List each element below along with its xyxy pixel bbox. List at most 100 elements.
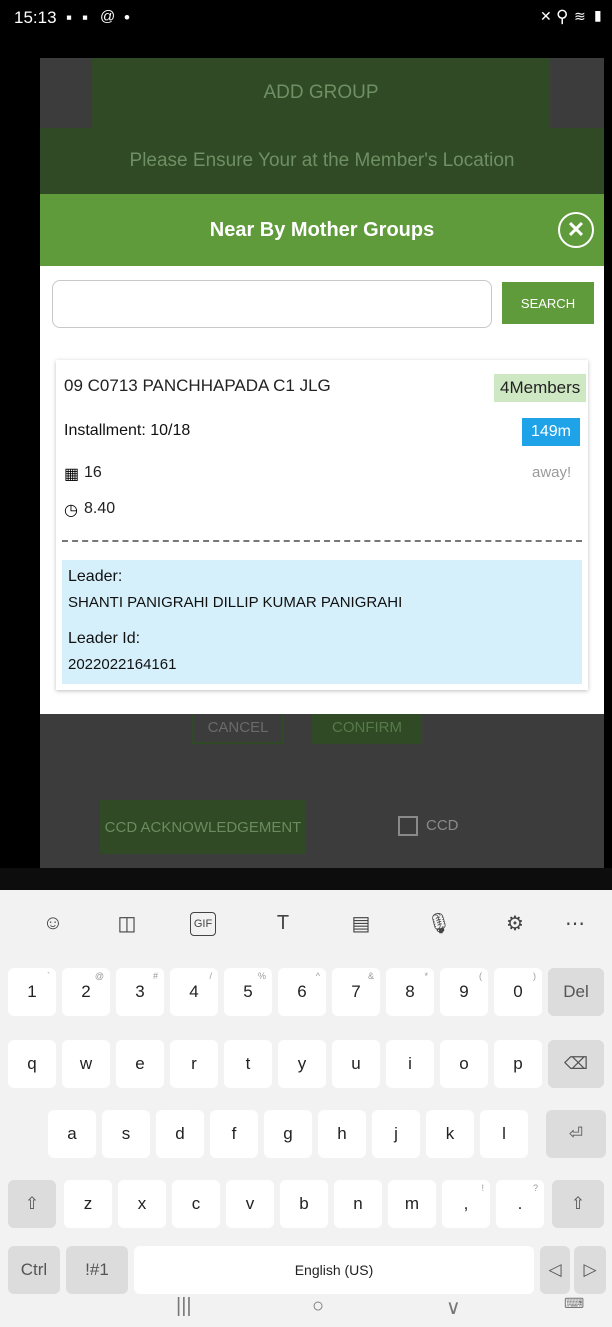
key-m[interactable]: m [388, 1180, 436, 1228]
key-9[interactable]: 9( [440, 968, 488, 1016]
search-button[interactable]: SEARCH [502, 282, 594, 324]
emoji-icon[interactable]: ☺ [38, 910, 68, 936]
key-f[interactable]: f [210, 1110, 258, 1158]
key-q[interactable]: q [8, 1040, 56, 1088]
key-m-label: m [404, 1194, 420, 1213]
delete-key-label: Del [563, 982, 589, 1001]
key-c[interactable]: c [172, 1180, 220, 1228]
signal-icon: ▮ [594, 7, 602, 23]
background-bottom [0, 868, 612, 890]
shift-right-icon[interactable]: ⇧ [552, 1180, 604, 1228]
space-key[interactable]: English (US) [134, 1246, 534, 1294]
key-y[interactable]: y [278, 1040, 326, 1088]
ctrl-key[interactable]: Ctrl [8, 1246, 60, 1294]
at-icon: @ [100, 8, 116, 25]
key-i[interactable]: i [386, 1040, 434, 1088]
shift-left-icon[interactable]: ⇧ [8, 1180, 56, 1228]
key-z[interactable]: z [64, 1180, 112, 1228]
key-k[interactable]: k [426, 1110, 474, 1158]
time-value: 8.40 [84, 500, 116, 517]
key-8-label: 8 [405, 982, 415, 1001]
key-6[interactable]: 6 ^ [278, 968, 326, 1016]
key-a[interactable]: a [48, 1110, 96, 1158]
key-z-label: z [83, 1194, 93, 1213]
cancel-button[interactable]: CANCEL [192, 710, 284, 744]
more-icon[interactable]: ⋯ [560, 910, 590, 936]
key-j-label: j [394, 1124, 398, 1143]
confirm-button[interactable]: CONFIRM [312, 710, 422, 744]
key-7-label: 7 [351, 982, 361, 1001]
key-2[interactable]: 2 @ [62, 968, 110, 1016]
key-r[interactable]: r [170, 1040, 218, 1088]
period-key-label: . [517, 1194, 523, 1213]
key-d[interactable]: d [156, 1110, 204, 1158]
letter-row-3: ⇧ z x c v b n m,!.? ⇧ [0, 1180, 612, 1228]
microphone-icon[interactable]: 🎙 [424, 910, 454, 936]
key-3-hint: # [152, 971, 158, 981]
cursor-left-icon[interactable]: ◁ [540, 1246, 570, 1294]
key-j[interactable]: j [372, 1110, 420, 1158]
keyboard-switch-icon[interactable]: ⌨ [564, 1295, 584, 1312]
delete-key[interactable]: Del [548, 968, 604, 1016]
backspace-icon[interactable]: ⌫ [548, 1040, 604, 1088]
key-v-label: v [245, 1194, 255, 1213]
settings-icon[interactable]: ⚙ [500, 910, 530, 936]
period-key[interactable]: .? [496, 1180, 544, 1228]
home-icon[interactable]: ○ [312, 1295, 324, 1318]
key-1[interactable]: 1 ` [8, 968, 56, 1016]
key-4[interactable]: 4/ [170, 968, 218, 1016]
clipboard-icon[interactable]: ▤ [346, 910, 376, 936]
key-e[interactable]: e [116, 1040, 164, 1088]
away-text: away! [532, 464, 572, 481]
mute-icon: ✕ [540, 8, 552, 24]
close-icon[interactable]: ✕ [558, 212, 594, 248]
gif-icon[interactable]: GIF [190, 912, 216, 936]
cursor-right-icon[interactable]: ▷ [574, 1246, 606, 1294]
recents-icon[interactable]: ||| [176, 1295, 192, 1318]
key-o-label: o [459, 1054, 469, 1073]
enter-icon[interactable]: ⏎ [546, 1110, 606, 1158]
key-o[interactable]: o [440, 1040, 488, 1088]
key-p[interactable]: p [494, 1040, 542, 1088]
key-0[interactable]: 0) [494, 968, 542, 1016]
group-card[interactable]: 09 C0713 PANCHHAPADA C1 JLG 4Members Ins… [56, 360, 588, 690]
key-b-label: b [299, 1194, 309, 1213]
key-g[interactable]: g [264, 1110, 312, 1158]
dialog-header: Near By Mother Groups [40, 194, 604, 266]
key-k-label: k [445, 1124, 455, 1143]
key-t[interactable]: t [224, 1040, 272, 1088]
key-h[interactable]: h [318, 1110, 366, 1158]
key-s[interactable]: s [102, 1110, 150, 1158]
ccd-acknowledgement-button[interactable]: CCD ACKNOWLEDGEMENT [100, 800, 306, 854]
key-3-label: 3 [135, 982, 145, 1001]
location-icon: ⚲ [556, 7, 569, 26]
key-u[interactable]: u [332, 1040, 380, 1088]
installment-text: Installment: 10/18 [64, 422, 191, 439]
key-l-label: l [502, 1124, 506, 1143]
keyboard-toolbar: ☺ ◫ GIF T ▤ 🎙 ⚙ ⋯ [0, 890, 612, 956]
key-l[interactable]: l [480, 1110, 528, 1158]
search-input[interactable] [52, 280, 492, 328]
ccd-checkbox[interactable] [398, 816, 418, 836]
key-8[interactable]: 8 * [386, 968, 434, 1016]
wifi-icon: ≋ [574, 8, 586, 24]
key-c-label: c [191, 1194, 201, 1213]
key-7[interactable]: 7 & [332, 968, 380, 1016]
key-5[interactable]: 5% [224, 968, 272, 1016]
sticker-icon[interactable]: ◫ [112, 910, 142, 936]
key-w[interactable]: w [62, 1040, 110, 1088]
key-b[interactable]: b [280, 1180, 328, 1228]
key-1-label: 1 [27, 982, 37, 1001]
key-n[interactable]: n [334, 1180, 382, 1228]
back-icon[interactable]: ∨ [446, 1295, 461, 1320]
symbols-key[interactable]: !#1 [66, 1246, 128, 1294]
key-s-label: s [121, 1124, 131, 1143]
key-x[interactable]: x [118, 1180, 166, 1228]
key-v[interactable]: v [226, 1180, 274, 1228]
key-3[interactable]: 3 # [116, 968, 164, 1016]
comma-key[interactable]: ,! [442, 1180, 490, 1228]
key-0-hint: ) [533, 971, 536, 981]
distance-badge: 149m [522, 418, 580, 446]
text-style-icon[interactable]: T [268, 910, 298, 936]
key-p-label: p [513, 1054, 523, 1073]
